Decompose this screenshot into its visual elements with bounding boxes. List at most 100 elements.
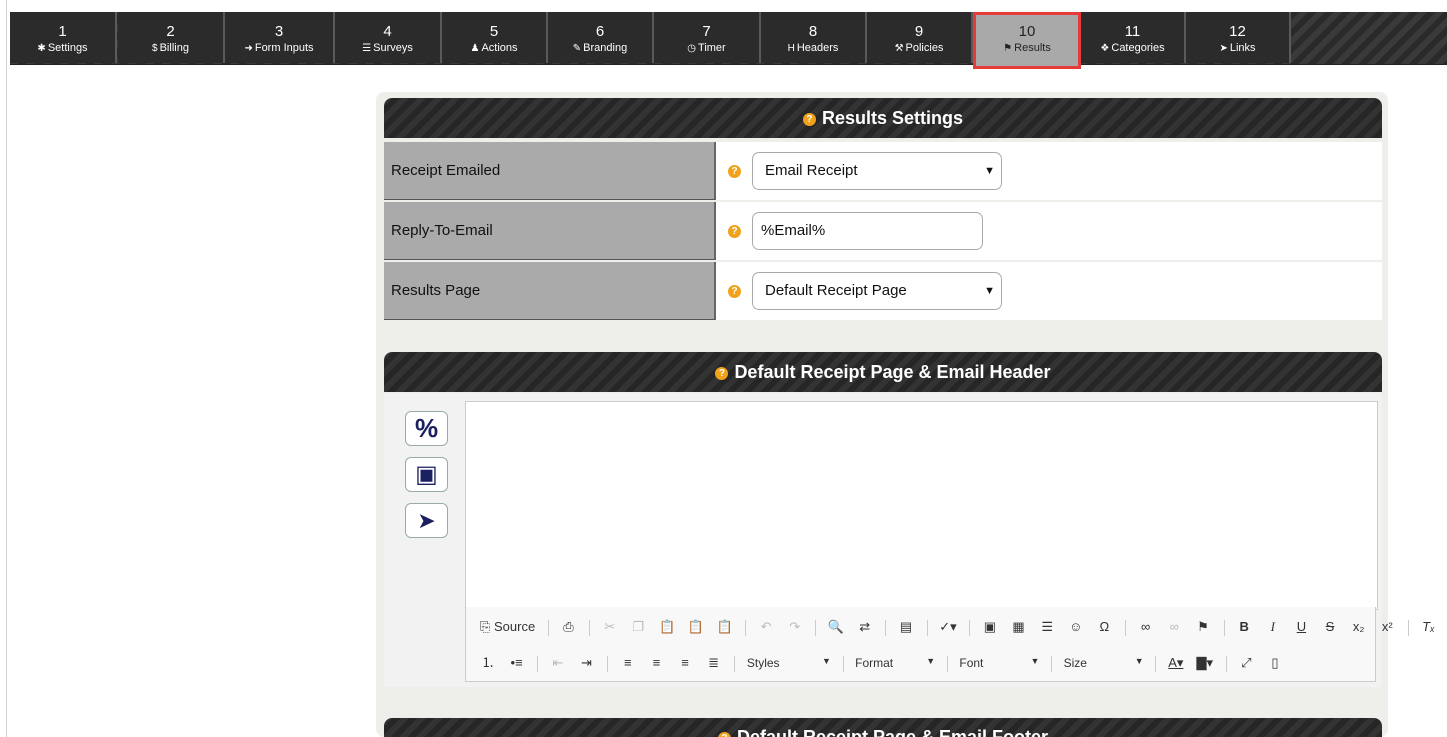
chevron-down-icon: ▼ xyxy=(984,165,995,177)
underline-icon[interactable]: U xyxy=(1293,619,1309,634)
receipt-emailed-row: Receipt Emailed ? Email Receipt ▼ xyxy=(384,142,1382,202)
help-icon[interactable]: ? xyxy=(728,165,741,178)
tab-settings[interactable]: 1 ✱ Settings xyxy=(10,12,117,63)
tab-number: 4 xyxy=(383,23,392,40)
paste-text-icon[interactable]: 📋 xyxy=(688,619,704,635)
help-icon[interactable]: ? xyxy=(728,285,741,298)
tab-billing[interactable]: 2 $ Billing xyxy=(118,12,225,63)
dropdown-label: Styles xyxy=(746,656,780,670)
align-right-icon[interactable]: ≡ xyxy=(677,655,693,670)
tab-links[interactable]: 12 ➤ Links xyxy=(1186,12,1291,63)
tab-policies[interactable]: 9 ⚒ Policies xyxy=(867,12,973,63)
tab-categories[interactable]: 11 ❖ Categories xyxy=(1081,12,1186,63)
receipt-emailed-select[interactable]: Email Receipt ▼ xyxy=(752,152,1002,190)
image-icon[interactable]: ▣ xyxy=(405,457,448,492)
select-value: Default Receipt Page xyxy=(765,282,907,299)
pointer-icon[interactable]: ➤ xyxy=(405,503,448,538)
copy-icon[interactable]: ❐ xyxy=(630,619,646,635)
indent-icon[interactable]: ⇥ xyxy=(579,655,595,671)
table-icon[interactable]: ▦ xyxy=(1011,619,1027,635)
font-dropdown[interactable]: Font ▼ xyxy=(959,656,1039,670)
paste-icon[interactable]: 📋 xyxy=(659,619,675,635)
italic-icon[interactable]: I xyxy=(1265,619,1281,635)
smiley-icon[interactable]: ☺ xyxy=(1068,619,1084,634)
bulleted-list-icon[interactable]: •≡ xyxy=(509,655,525,670)
subscript-icon[interactable]: x₂ xyxy=(1351,619,1367,634)
align-left-icon[interactable]: ≡ xyxy=(620,655,636,670)
show-blocks-icon[interactable]: ▯ xyxy=(1267,655,1283,671)
background-color-icon[interactable]: ▇▾ xyxy=(1197,655,1214,671)
undo-icon[interactable]: ↶ xyxy=(758,619,774,635)
toolbar-row-1: ⎘ Source ⎙ ✂ ❐ 📋 📋 📋 ↶ ↷ 🔍 ⇄ ▤ ✓▾ ▣ ▦ ☰ … xyxy=(480,619,1446,641)
tab-actions[interactable]: 5 ♟ Actions xyxy=(442,12,548,63)
header-editor-title: ? Default Receipt Page & Email Header xyxy=(384,352,1382,392)
help-icon[interactable]: ? xyxy=(717,731,731,737)
text-color-icon[interactable]: A▾ xyxy=(1168,655,1184,671)
format-dropdown[interactable]: Format ▼ xyxy=(855,656,935,670)
anchor-flag-icon[interactable]: ⚑ xyxy=(1195,619,1211,635)
list-icon: ☰ xyxy=(362,43,372,54)
horizontal-line-icon[interactable]: ☰ xyxy=(1039,619,1055,635)
image-icon[interactable]: ▣ xyxy=(982,619,998,635)
tab-number: 7 xyxy=(702,23,711,40)
styles-dropdown[interactable]: Styles ▼ xyxy=(747,656,831,670)
gear-icon: ✱ xyxy=(37,43,46,54)
special-char-icon[interactable]: Ω xyxy=(1096,619,1112,634)
brush-icon: ✎ xyxy=(572,43,582,54)
chevron-down-icon: ▼ xyxy=(1134,656,1144,666)
tab-results[interactable]: 10 ⚑ Results xyxy=(973,12,1081,69)
redo-icon[interactable]: ↷ xyxy=(787,619,803,635)
dropdown-label: Size xyxy=(1063,656,1087,670)
spellcheck-icon[interactable]: ✓▾ xyxy=(939,619,956,635)
reply-to-email-row: Reply-To-Email ? %Email% xyxy=(384,202,1382,262)
heading-icon: H xyxy=(787,43,795,54)
reply-to-email-input[interactable]: %Email% xyxy=(752,212,983,250)
row-label: Receipt Emailed xyxy=(384,142,716,200)
tab-timer[interactable]: 7 ◷ Timer xyxy=(654,12,761,63)
tab-headers[interactable]: 8 H Headers xyxy=(761,12,867,63)
rich-text-editor-area[interactable] xyxy=(465,401,1378,610)
tab-form-inputs[interactable]: 3 ➜ Form Inputs xyxy=(225,12,335,63)
numbered-list-icon[interactable]: ⒈ xyxy=(480,652,496,671)
help-icon[interactable]: ? xyxy=(802,112,816,126)
chevron-down-icon: ▼ xyxy=(984,285,995,297)
source-label: Source xyxy=(494,619,536,634)
dollar-icon: $ xyxy=(152,43,158,54)
help-icon[interactable]: ? xyxy=(715,366,729,380)
align-center-icon[interactable]: ≡ xyxy=(648,655,664,670)
maximize-icon[interactable]: ⤢ xyxy=(1238,655,1254,671)
strikethrough-icon[interactable]: S xyxy=(1322,619,1338,634)
link-icon[interactable]: ∞ xyxy=(1138,619,1154,634)
print-icon[interactable]: ⎙ xyxy=(560,619,576,635)
superscript-icon[interactable]: x² xyxy=(1379,619,1395,634)
clock-icon: ◷ xyxy=(687,43,697,54)
find-icon[interactable]: 🔍 xyxy=(828,619,844,635)
results-page-select[interactable]: Default Receipt Page ▼ xyxy=(752,272,1002,310)
paste-word-icon[interactable]: 📋 xyxy=(717,619,733,635)
size-dropdown[interactable]: Size ▼ xyxy=(1064,656,1144,670)
results-page-row: Results Page ? Default Receipt Page ▼ xyxy=(384,262,1382,322)
outdent-icon[interactable]: ⇤ xyxy=(550,655,566,671)
source-icon[interactable]: ⎘ Source xyxy=(480,619,535,635)
help-icon[interactable]: ? xyxy=(728,225,741,238)
tab-label: Timer xyxy=(698,42,726,54)
tab-branding[interactable]: 6 ✎ Branding xyxy=(548,12,654,63)
pointer-icon: ➤ xyxy=(1219,43,1228,54)
tab-number: 1 xyxy=(58,23,67,40)
tab-surveys[interactable]: 4 ☰ Surveys xyxy=(335,12,442,63)
replace-icon[interactable]: ⇄ xyxy=(857,619,873,635)
unlink-icon[interactable]: ∞ xyxy=(1166,619,1182,634)
step-tab-bar: 1 ✱ Settings 2 $ Billing 3 ➜ Form Inputs 4 … xyxy=(10,12,1447,69)
chevron-down-icon: ▼ xyxy=(926,656,936,666)
tab-label: Headers xyxy=(796,42,839,54)
percent-icon[interactable]: % xyxy=(405,411,448,446)
cubes-icon: ❖ xyxy=(1100,43,1110,54)
select-all-icon[interactable]: ▤ xyxy=(898,619,914,635)
chevron-down-icon: ▼ xyxy=(1030,656,1040,666)
tab-label: Billing xyxy=(159,42,189,54)
remove-format-icon[interactable]: Tₓ xyxy=(1421,619,1437,634)
cut-icon[interactable]: ✂ xyxy=(602,619,618,635)
section-title: Default Receipt Page & Email Header xyxy=(734,362,1051,382)
bold-icon[interactable]: B xyxy=(1236,619,1252,634)
justify-icon[interactable]: ≣ xyxy=(706,655,722,671)
